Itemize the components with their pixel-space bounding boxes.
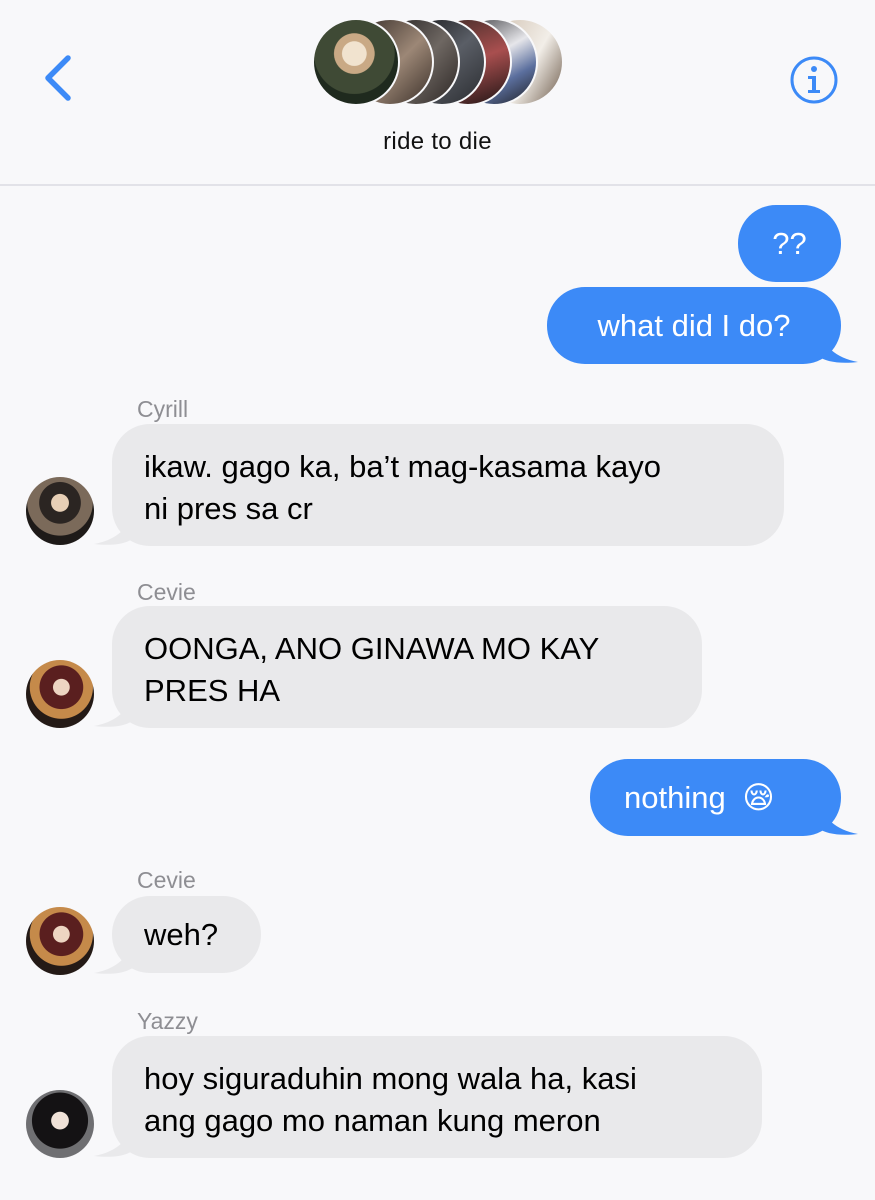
sender-name: Cevie — [137, 579, 196, 605]
received-message-bubble[interactable]: ikaw. gago ka, ba’t mag-kasama kayo ni p… — [112, 424, 784, 546]
message-line: ni pres sa cr — [144, 491, 313, 526]
sender-avatar[interactable] — [26, 1090, 94, 1158]
sender-name: Cevie — [137, 867, 196, 893]
bubble-tail — [818, 326, 858, 363]
message-text: what did I do? — [597, 308, 791, 343]
sleepy-face-emoji: 😪 — [742, 780, 775, 815]
message-line: PRES HA — [144, 673, 281, 708]
message-line: ang gago mo naman kung meron — [144, 1103, 601, 1138]
sender-avatar[interactable] — [26, 477, 94, 545]
received-message-bubble[interactable]: weh? — [112, 896, 261, 973]
message-line: weh? — [144, 917, 219, 952]
message-line: ikaw. gago ka, ba’t mag-kasama kayo — [144, 449, 661, 484]
received-message-bubble[interactable]: hoy siguraduhin mong wala ha, kasi ang g… — [112, 1036, 762, 1158]
received-message-bubble[interactable]: OONGA, ANO GINAWA MO KAY PRES HA — [112, 606, 702, 728]
chevron-left-icon — [45, 55, 71, 101]
info-circle-icon — [790, 56, 838, 104]
info-button[interactable] — [789, 55, 839, 105]
message-line: OONGA, ANO GINAWA MO KAY — [144, 631, 600, 666]
bubble-tail — [818, 798, 858, 835]
sender-name: Yazzy — [137, 1008, 198, 1034]
message-text: nothing — [624, 780, 726, 815]
sent-message-bubble[interactable]: nothing 😪 — [590, 759, 841, 836]
sender-name: Cyrill — [137, 396, 189, 422]
sender-avatar[interactable] — [26, 907, 94, 975]
conversation-header: ride to die — [0, 0, 875, 186]
group-avatar-stack[interactable] — [312, 18, 564, 108]
back-button[interactable] — [36, 48, 86, 108]
group-name[interactable]: ride to die — [0, 128, 875, 156]
message-line: hoy siguraduhin mong wala ha, kasi — [144, 1061, 637, 1096]
member-avatar — [312, 18, 400, 106]
sent-message-bubble[interactable]: ?? — [738, 205, 841, 282]
sender-avatar[interactable] — [26, 660, 94, 728]
sent-message-bubble[interactable]: what did I do? — [547, 287, 841, 364]
message-text: ?? — [772, 226, 807, 261]
